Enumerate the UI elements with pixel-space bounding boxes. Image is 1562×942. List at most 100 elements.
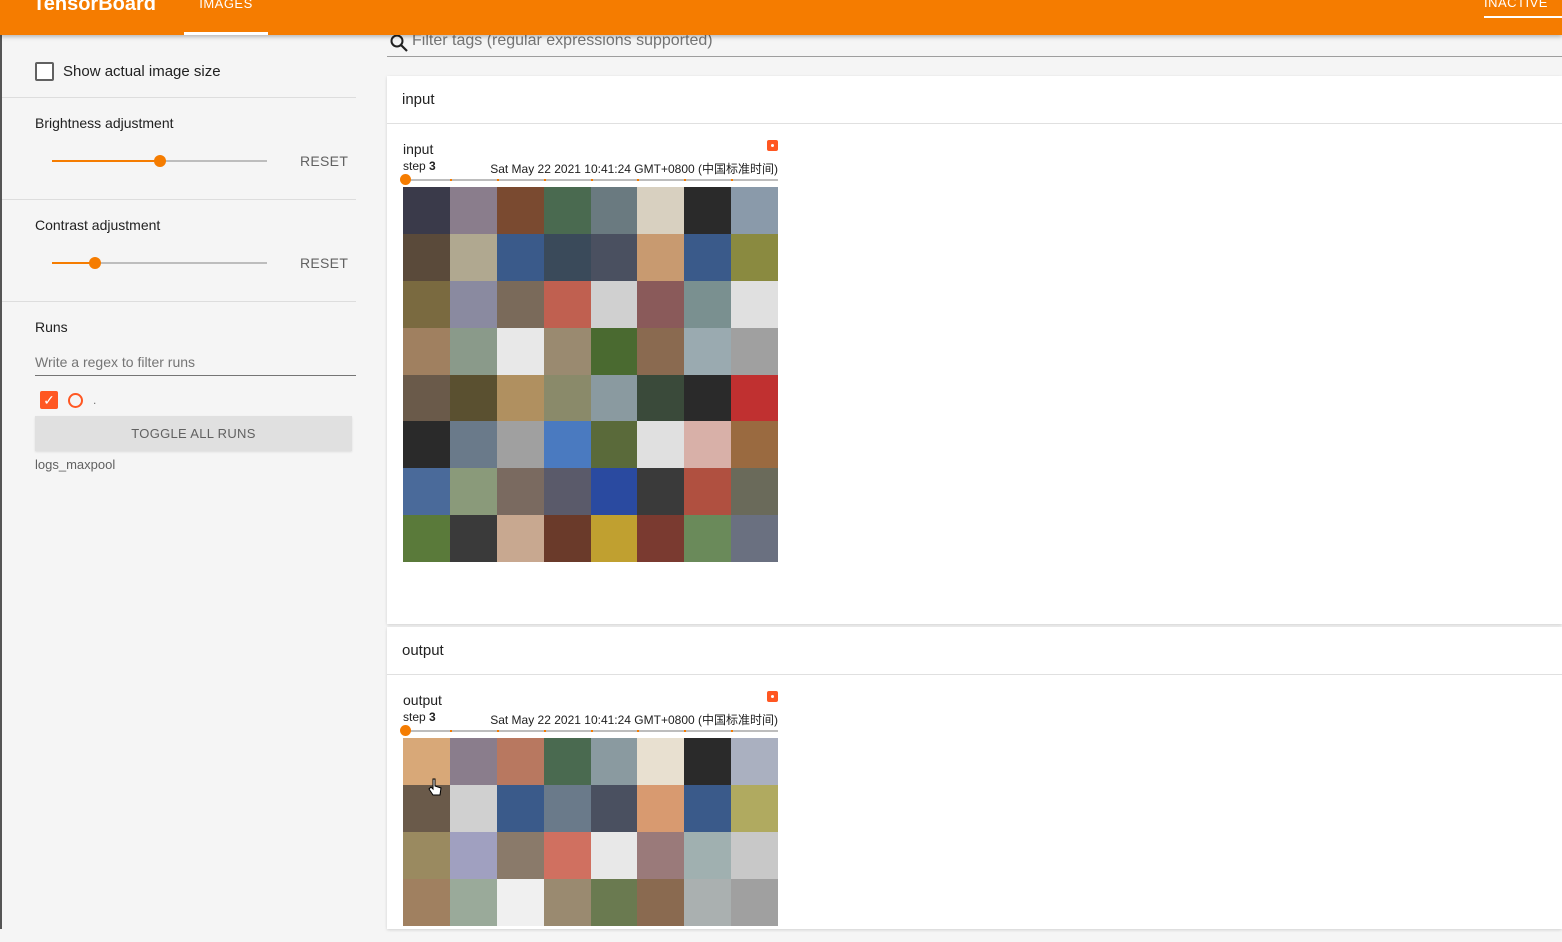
toggle-all-runs-button[interactable]: TOGGLE ALL RUNS <box>35 416 352 451</box>
pane-step: step 3 <box>403 159 436 173</box>
step-slider-knob[interactable] <box>400 725 411 736</box>
pane-timestamp: Sat May 22 2021 10:41:24 GMT+0800 (中国标准时… <box>490 713 778 727</box>
brightness-slider-fill <box>52 160 160 162</box>
grid-image-cell <box>684 878 732 926</box>
grid-image-cell <box>637 280 685 328</box>
grid-image-cell <box>684 468 732 516</box>
grid-image-cell <box>496 831 544 879</box>
step-tick <box>637 730 640 732</box>
grid-image-cell <box>637 878 685 926</box>
input-image-pane: input step 3 Sat May 22 2021 10:41:24 GM… <box>400 140 778 566</box>
step-slider[interactable] <box>400 174 778 185</box>
tab-images[interactable]: IMAGES <box>184 0 268 35</box>
grid-image-cell <box>543 738 591 785</box>
grid-image-cell <box>637 187 685 234</box>
grid-image-cell <box>590 280 638 328</box>
grid-image-cell <box>449 831 497 879</box>
grid-image-cell <box>684 187 732 234</box>
grid-image-cell <box>684 233 732 281</box>
brightness-slider-knob[interactable] <box>154 155 166 167</box>
grid-image-cell <box>731 374 778 422</box>
grid-image-cell <box>449 327 497 375</box>
step-tick <box>449 179 452 181</box>
grid-image-cell <box>684 327 732 375</box>
grid-image-cell <box>543 468 591 516</box>
grid-image-cell <box>731 831 778 879</box>
step-tick <box>684 730 687 732</box>
grid-image-cell <box>543 187 591 234</box>
step-slider[interactable] <box>400 725 778 736</box>
grid-image-cell <box>496 374 544 422</box>
grid-image-cell <box>637 515 685 562</box>
grid-image-cell <box>543 374 591 422</box>
grid-image-cell <box>496 878 544 926</box>
contrast-section: Contrast adjustment RESET <box>2 200 356 302</box>
step-tick <box>590 730 593 732</box>
step-tick <box>543 730 546 732</box>
input-card-header[interactable]: input <box>387 76 1562 124</box>
run-checkbox[interactable]: ✓ <box>40 391 58 409</box>
grid-image-cell <box>684 280 732 328</box>
grid-image-cell <box>637 374 685 422</box>
grid-image-cell <box>543 233 591 281</box>
search-icon <box>390 34 408 52</box>
brightness-reset-button[interactable]: RESET <box>300 153 348 169</box>
grid-image-cell <box>590 374 638 422</box>
grid-image-cell <box>637 233 685 281</box>
grid-image-cell <box>496 327 544 375</box>
step-tick <box>731 179 734 181</box>
grid-image-cell <box>684 831 732 879</box>
run-color-badge-icon <box>767 691 778 702</box>
step-tick <box>637 179 640 181</box>
grid-image-cell <box>403 233 450 281</box>
grid-image-cell <box>403 831 450 879</box>
grid-image-cell <box>449 233 497 281</box>
contrast-slider-knob[interactable] <box>89 257 101 269</box>
grid-image-cell <box>590 187 638 234</box>
active-tab-indicator <box>184 32 268 35</box>
grid-image-cell <box>496 187 544 234</box>
grid-image-cell <box>449 374 497 422</box>
grid-image-cell <box>449 878 497 926</box>
step-tick <box>449 730 452 732</box>
step-tick <box>543 179 546 181</box>
grid-image-cell <box>543 421 591 469</box>
grid-image-cell <box>543 280 591 328</box>
show-actual-size-checkbox[interactable] <box>35 62 54 81</box>
grid-image-cell <box>590 515 638 562</box>
grid-image-cell <box>731 327 778 375</box>
pane-step: step 3 <box>403 710 436 724</box>
inactive-dropdown[interactable]: INACTIVE <box>1484 0 1562 18</box>
grid-image-cell <box>449 515 497 562</box>
grid-image-cell <box>403 515 450 562</box>
grid-image-cell <box>590 468 638 516</box>
contrast-reset-button[interactable]: RESET <box>300 255 348 271</box>
grid-image-cell <box>543 327 591 375</box>
grid-image-cell <box>496 280 544 328</box>
grid-image-cell <box>403 280 450 328</box>
grid-image-cell <box>590 421 638 469</box>
grid-image-cell <box>637 784 685 832</box>
run-name: logs_maxpool <box>35 457 116 472</box>
grid-image-cell <box>637 738 685 785</box>
step-tick <box>496 730 499 732</box>
grid-image-cell <box>449 421 497 469</box>
grid-image-cell <box>403 187 450 234</box>
output-card-header[interactable]: output <box>387 627 1562 675</box>
image-grid[interactable] <box>403 187 778 562</box>
grid-image-cell <box>637 421 685 469</box>
image-grid[interactable] <box>403 738 778 926</box>
run-color-circle-icon[interactable] <box>68 393 83 408</box>
step-slider-knob[interactable] <box>400 174 411 185</box>
grid-image-cell <box>637 831 685 879</box>
grid-image-cell <box>590 738 638 785</box>
input-card-title: input <box>402 91 435 108</box>
grid-image-cell <box>543 831 591 879</box>
grid-image-cell <box>449 738 497 785</box>
grid-image-cell <box>637 327 685 375</box>
output-card-title: output <box>402 642 444 659</box>
grid-image-cell <box>403 421 450 469</box>
runs-filter-input[interactable]: Write a regex to filter runs <box>35 353 356 376</box>
grid-image-cell <box>731 515 778 562</box>
runs-heading: Runs <box>35 319 68 335</box>
